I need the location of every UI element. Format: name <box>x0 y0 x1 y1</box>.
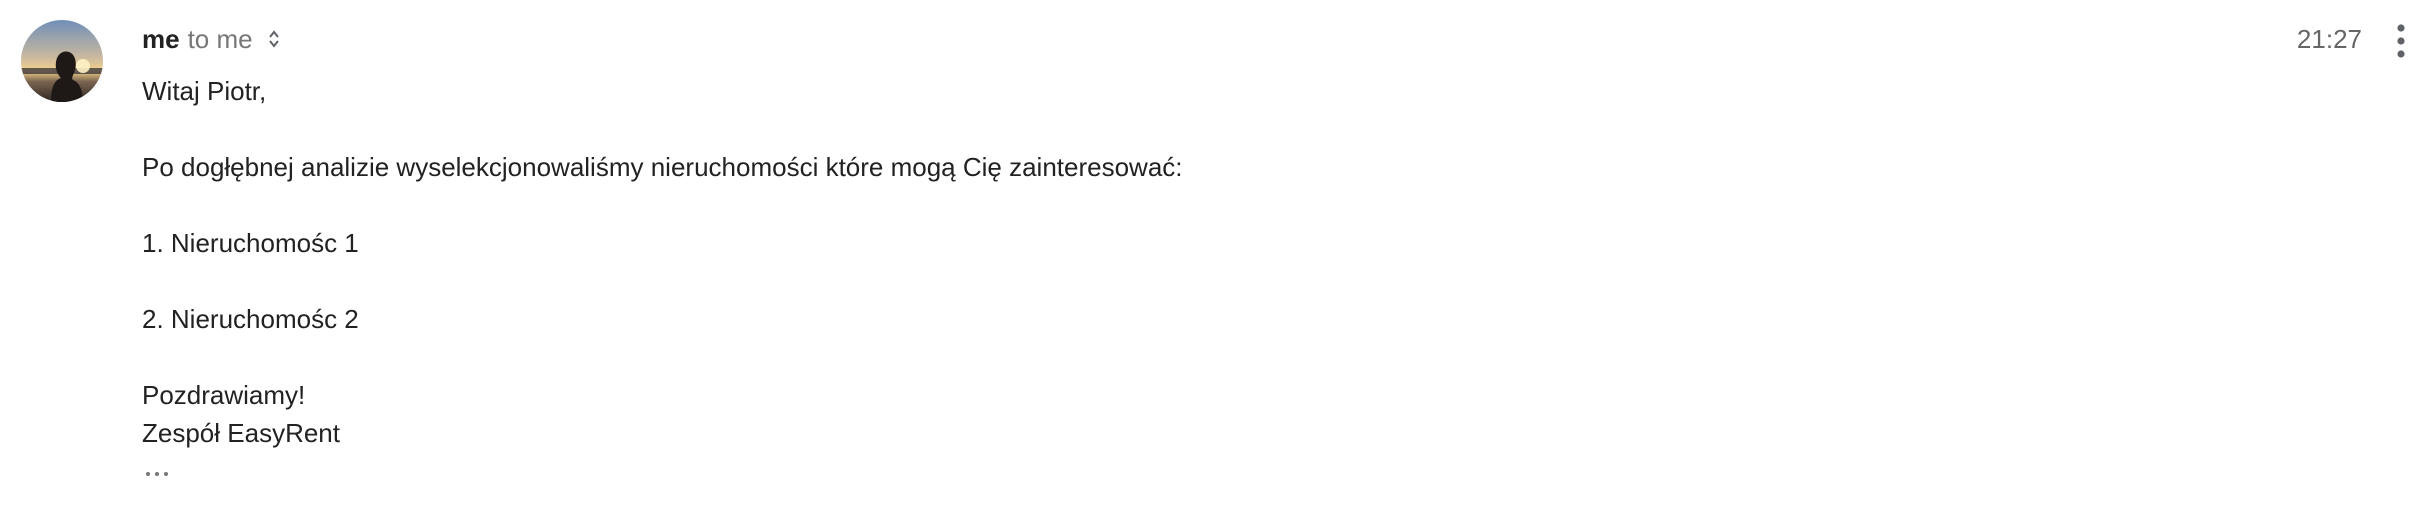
avatar-photo <box>21 20 103 102</box>
ellipsis-icon[interactable] <box>142 458 176 480</box>
list-item: 1. Nieruchomośc 1 <box>142 228 359 258</box>
closing-text: Pozdrawiamy! <box>142 380 306 410</box>
avatar[interactable] <box>21 20 103 102</box>
greeting-text: Witaj Piotr, <box>142 76 267 106</box>
signature-text: Zespół EasyRent <box>142 418 340 448</box>
intro-text: Po dogłębnej analizie wyselekcjonowaliśm… <box>142 152 1183 182</box>
message-body: Witaj Piotr, Po dogłębnej analizie wysel… <box>142 72 1183 452</box>
message-time: 21:27 <box>2296 24 2362 54</box>
list-item: 2. Nieruchomośc 2 <box>142 304 359 334</box>
recipient-label: to me <box>187 23 253 54</box>
message-header: me to me <box>142 22 281 56</box>
sort-arrows-icon[interactable] <box>267 28 281 50</box>
sender-name[interactable]: me <box>142 24 180 55</box>
more-vertical-icon[interactable] <box>2388 22 2414 62</box>
